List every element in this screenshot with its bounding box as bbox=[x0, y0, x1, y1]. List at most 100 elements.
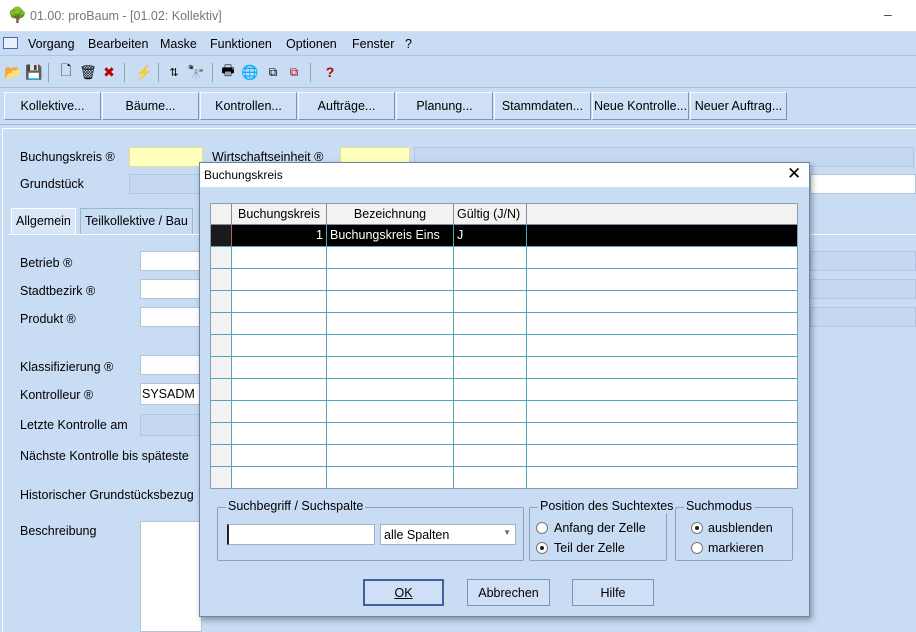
cell-gueltig[interactable]: J bbox=[454, 225, 527, 247]
menu-optionen[interactable]: Optionen bbox=[286, 37, 337, 51]
radio-ausblenden-label[interactable]: ausblenden bbox=[708, 521, 773, 535]
grid-cell[interactable] bbox=[527, 357, 797, 379]
row-selector[interactable] bbox=[211, 445, 232, 467]
row-selector[interactable] bbox=[211, 313, 232, 335]
produkt-field[interactable] bbox=[140, 307, 202, 327]
grid-cell[interactable] bbox=[232, 445, 327, 467]
delete-bin-icon[interactable]: 🗑 bbox=[78, 62, 98, 82]
grid-cell[interactable] bbox=[232, 313, 327, 335]
grid-cell[interactable] bbox=[327, 445, 454, 467]
grid-cell[interactable] bbox=[454, 379, 527, 401]
row-selector[interactable] bbox=[211, 247, 232, 269]
radio-markieren[interactable] bbox=[691, 542, 703, 554]
grid-cell[interactable] bbox=[232, 291, 327, 313]
radio-anfang-label[interactable]: Anfang der Zelle bbox=[554, 521, 646, 535]
grid-cell[interactable] bbox=[454, 335, 527, 357]
kontrollen-button[interactable]: Kontrollen... bbox=[200, 92, 297, 120]
column-select[interactable]: alle Spalten ▼ bbox=[380, 524, 516, 545]
grid-cell[interactable] bbox=[327, 247, 454, 269]
auftraege-button[interactable]: Aufträge... bbox=[298, 92, 395, 120]
chevron-down-icon[interactable]: ▼ bbox=[503, 528, 511, 537]
beschreibung-textarea[interactable] bbox=[140, 521, 202, 632]
kollektive-button[interactable]: Kollektive... bbox=[4, 92, 101, 120]
paste-window-icon[interactable]: ⧉ bbox=[284, 62, 304, 82]
search-input[interactable] bbox=[227, 524, 375, 545]
radio-markieren-label[interactable]: markieren bbox=[708, 541, 764, 555]
tab-allgemein[interactable]: Allgemein bbox=[11, 208, 76, 234]
menu-fenster[interactable]: Fenster bbox=[352, 37, 394, 51]
grid-cell[interactable] bbox=[232, 357, 327, 379]
abbrechen-button[interactable]: Abbrechen bbox=[467, 579, 550, 606]
betrieb-field[interactable] bbox=[140, 251, 202, 271]
neue-kontrolle-button[interactable]: Neue Kontrolle... bbox=[592, 92, 689, 120]
grid-cell[interactable] bbox=[327, 291, 454, 313]
grid-cell[interactable] bbox=[527, 313, 797, 335]
grid-cell[interactable] bbox=[527, 247, 797, 269]
grid-cell[interactable] bbox=[327, 335, 454, 357]
cell-bezeichnung[interactable]: Buchungskreis Eins bbox=[327, 225, 454, 247]
grid-cell[interactable] bbox=[232, 247, 327, 269]
grid-cell[interactable] bbox=[527, 335, 797, 357]
grid-cell[interactable] bbox=[327, 357, 454, 379]
grid-cell[interactable] bbox=[327, 313, 454, 335]
globe-icon[interactable]: 🌐 bbox=[240, 62, 260, 82]
system-menu-icon[interactable] bbox=[3, 37, 18, 49]
grid-cell[interactable] bbox=[527, 291, 797, 313]
stammdaten-button[interactable]: Stammdaten... bbox=[494, 92, 591, 120]
binoculars-icon[interactable]: 🔭 bbox=[186, 62, 206, 82]
grid-cell[interactable] bbox=[527, 445, 797, 467]
grid-cell[interactable] bbox=[454, 423, 527, 445]
radio-anfang[interactable] bbox=[536, 522, 548, 534]
grid-cell[interactable] bbox=[327, 467, 454, 488]
help-question-icon[interactable]: ? bbox=[320, 62, 340, 82]
open-folder-icon[interactable]: 📂 bbox=[3, 62, 23, 82]
grid-cell[interactable] bbox=[232, 335, 327, 357]
grid-cell[interactable] bbox=[527, 423, 797, 445]
row-selector[interactable] bbox=[211, 379, 232, 401]
grid-cell[interactable] bbox=[327, 423, 454, 445]
menu-vorgang[interactable]: Vorgang bbox=[28, 37, 75, 51]
row-selector[interactable] bbox=[211, 357, 232, 379]
klassifizierung-field[interactable] bbox=[140, 355, 202, 375]
grundstueck-desc-field[interactable] bbox=[810, 174, 916, 194]
radio-ausblenden[interactable] bbox=[691, 522, 703, 534]
cancel-delete-icon[interactable]: ✖ bbox=[99, 62, 119, 82]
grid-cell[interactable] bbox=[327, 379, 454, 401]
radio-teil[interactable] bbox=[536, 542, 548, 554]
tab-teilkollektive[interactable]: Teilkollektive / Bau bbox=[80, 208, 193, 234]
grid-cell[interactable] bbox=[327, 401, 454, 423]
save-icon[interactable]: 💾 bbox=[24, 62, 44, 82]
grid-cell[interactable] bbox=[454, 291, 527, 313]
menu-maske[interactable]: Maske bbox=[160, 37, 197, 51]
column-header-buchungskreis[interactable]: Buchungskreis bbox=[232, 204, 327, 225]
menu-funktionen[interactable]: Funktionen bbox=[210, 37, 272, 51]
grid-cell[interactable] bbox=[454, 357, 527, 379]
cell-buchungskreis[interactable]: 1 bbox=[232, 225, 327, 247]
grid-cell[interactable] bbox=[527, 467, 797, 488]
grid-cell[interactable] bbox=[232, 401, 327, 423]
column-header-bezeichnung[interactable]: Bezeichnung bbox=[327, 204, 454, 225]
grid-cell[interactable] bbox=[527, 269, 797, 291]
grid-cell[interactable] bbox=[527, 401, 797, 423]
hilfe-button[interactable]: Hilfe bbox=[572, 579, 654, 606]
close-icon[interactable]: ✕ bbox=[787, 164, 801, 184]
planung-button[interactable]: Planung... bbox=[396, 92, 493, 120]
neuer-auftrag-button[interactable]: Neuer Auftrag... bbox=[690, 92, 787, 120]
row-selector[interactable] bbox=[211, 291, 232, 313]
row-selector[interactable] bbox=[211, 225, 232, 247]
cell-empty[interactable] bbox=[527, 225, 797, 247]
buchungskreis-field[interactable] bbox=[129, 147, 203, 167]
menu-help[interactable]: ? bbox=[405, 37, 412, 51]
row-selector[interactable] bbox=[211, 335, 232, 357]
flash-icon[interactable]: ⚡ bbox=[134, 62, 154, 82]
grid-cell[interactable] bbox=[232, 423, 327, 445]
grid-cell[interactable] bbox=[454, 445, 527, 467]
radio-teil-label[interactable]: Teil der Zelle bbox=[554, 541, 625, 555]
grid-cell[interactable] bbox=[454, 247, 527, 269]
baeume-button[interactable]: Bäume... bbox=[102, 92, 199, 120]
row-selector[interactable] bbox=[211, 423, 232, 445]
row-selector[interactable] bbox=[211, 467, 232, 488]
row-selector[interactable] bbox=[211, 401, 232, 423]
grid-cell[interactable] bbox=[454, 313, 527, 335]
column-header-gueltig[interactable]: Gültig (J/N) bbox=[454, 204, 527, 225]
